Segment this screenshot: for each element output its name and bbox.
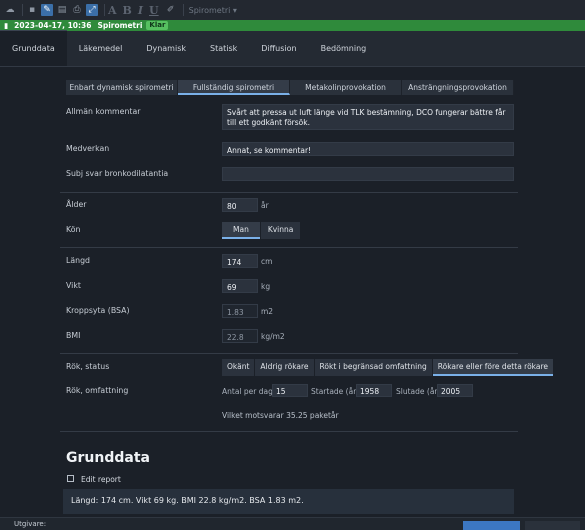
started-label: Startade (år): [311, 387, 362, 396]
subtab-full[interactable]: Fullständig spirometri [178, 80, 290, 95]
cloud-icon[interactable]: ☁ [4, 4, 16, 16]
quit-label: Slutade (år): [396, 387, 443, 396]
secondary-action-button[interactable] [525, 521, 580, 530]
smoking-unknown-option[interactable]: Okänt [222, 359, 255, 376]
smoking-status-toggle: Okänt Aldrig rökare Rökt i begränsad omf… [222, 359, 554, 376]
length-field[interactable]: 174 [222, 254, 258, 268]
bmi-label: BMI [66, 331, 81, 340]
exam-datetime: 2023-04-17, 10:36 [14, 21, 92, 30]
print-icon[interactable]: ⎙ [71, 4, 83, 16]
toolbar: ☁ ▪ ✎ ▤ ⎙ ⤢ A B I U ✐ Spirometri ▾ [0, 0, 585, 20]
divider [60, 431, 518, 432]
age-unit: år [261, 201, 269, 210]
tab-lakemedel[interactable]: Läkemedel [67, 30, 135, 66]
edit-report-label: Edit report [81, 475, 121, 484]
weight-field[interactable]: 69 [222, 279, 258, 293]
pack-years-text: Vilket motsvarar 35.25 paketår [222, 411, 339, 420]
length-label: Längd [66, 256, 90, 265]
divider [60, 192, 518, 193]
exam-type-tabs: Enbart dynamisk spirometri Fullständig s… [66, 80, 514, 95]
bsa-label: Kroppsyta (BSA) [66, 306, 130, 315]
edit-report-checkbox[interactable] [67, 475, 74, 482]
smoking-extent-label: Rök, omfattning [66, 386, 129, 395]
publisher-label: Utgivare: [14, 520, 47, 528]
underline-button[interactable]: U [149, 4, 159, 17]
bmi-field: 22.8 [222, 329, 258, 343]
gender-label: Kön [66, 225, 81, 234]
per-day-label: Antal per dag: [222, 387, 276, 396]
subj-field[interactable] [222, 167, 514, 181]
started-field[interactable]: 1958 [356, 384, 392, 397]
gender-woman-option[interactable]: Kvinna [260, 222, 301, 239]
medverkan-field[interactable]: Annat, se kommentar! [222, 142, 514, 156]
subtab-metacholine[interactable]: Metakolinprovokation [290, 80, 402, 95]
divider [60, 353, 518, 354]
per-day-field[interactable]: 15 [272, 384, 308, 397]
bmi-unit: kg/m2 [261, 332, 285, 341]
document-icon[interactable]: ▤ [56, 4, 68, 16]
tab-grunddata[interactable]: Grunddata [0, 30, 67, 66]
bold-button[interactable]: B [123, 4, 132, 17]
bsa-unit: m2 [261, 307, 274, 316]
smoking-limited-option[interactable]: Rökt i begränsad omfattning [314, 359, 432, 376]
toolbar-divider [182, 4, 184, 16]
tab-statisk[interactable]: Statisk [198, 30, 249, 66]
tab-bedomning[interactable]: Bedömning [309, 30, 379, 66]
gender-toggle: Man Kvinna [222, 222, 301, 239]
smoking-smoker-option[interactable]: Rökare eller före detta rökare [432, 359, 554, 376]
tab-dynamisk[interactable]: Dynamisk [134, 30, 198, 66]
comment-field[interactable]: Svårt att pressa ut luft länge vid TLK b… [222, 104, 514, 130]
template-select[interactable]: Spirometri ▾ [189, 6, 237, 15]
gender-man-option[interactable]: Man [222, 222, 260, 239]
exam-type: Spirometri [97, 21, 143, 30]
expand-icon[interactable]: ⤢ [86, 4, 98, 16]
comment-label: Allmän kommentar [66, 107, 141, 116]
save-icon[interactable]: ▪ [26, 4, 38, 16]
brush-icon[interactable]: ✐ [165, 4, 177, 16]
primary-action-button[interactable] [463, 521, 520, 530]
subj-label: Subj svar bronkodilatantia [66, 169, 169, 178]
medverkan-label: Medverkan [66, 144, 110, 153]
report-heading: Grunddata [66, 450, 150, 466]
smoking-never-option[interactable]: Aldrig rökare [255, 359, 314, 376]
bsa-field: 1.83 [222, 304, 258, 318]
age-label: Ålder [66, 200, 87, 209]
weight-label: Vikt [66, 281, 81, 290]
document-icon: ▮ [4, 21, 9, 30]
subtab-exercise[interactable]: Ansträngningsprovokation [402, 80, 514, 95]
status-badge: Klar [146, 21, 169, 30]
italic-button[interactable]: I [138, 4, 143, 17]
subtab-dynamic[interactable]: Enbart dynamisk spirometri [66, 80, 178, 95]
font-color-button[interactable]: A [108, 4, 117, 17]
report-summary: Längd: 174 cm. Vikt 69 kg. BMI 22.8 kg/m… [63, 489, 514, 514]
weight-unit: kg [261, 282, 271, 291]
main-tabs: Grunddata Läkemedel Dynamisk Statisk Dif… [0, 30, 585, 67]
smoking-status-label: Rök, status [66, 362, 110, 371]
divider [60, 247, 518, 248]
main-content: Enbart dynamisk spirometri Fullständig s… [0, 67, 585, 517]
length-unit: cm [261, 257, 273, 266]
chevron-down-icon: ▾ [232, 5, 237, 15]
toolbar-divider [104, 4, 105, 16]
edit-icon[interactable]: ✎ [41, 4, 53, 16]
tab-diffusion[interactable]: Diffusion [249, 30, 308, 66]
toolbar-divider [22, 4, 23, 16]
quit-field[interactable]: 2005 [437, 384, 473, 397]
age-field[interactable]: 80 [222, 198, 258, 212]
